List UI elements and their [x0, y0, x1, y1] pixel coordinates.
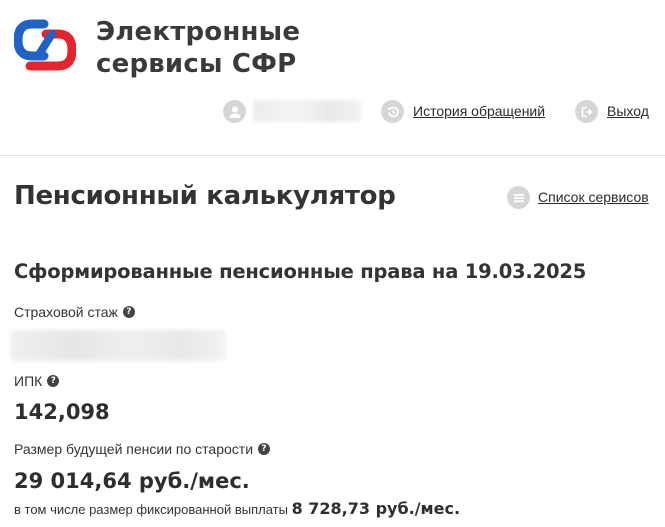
user-icon	[223, 100, 246, 123]
help-icon[interactable]: ?	[47, 375, 60, 387]
rights-heading: Сформированные пенсионные права на 19.03…	[14, 260, 587, 283]
page-title: Пенсионный калькулятор	[14, 181, 396, 211]
insurance-label: Страховой стаж	[14, 304, 118, 320]
insurance-value-redacted	[10, 330, 226, 361]
pension-value: 29 014,64 руб./мес.	[14, 469, 250, 493]
logout-icon[interactable]	[575, 100, 598, 123]
help-icon[interactable]: ?	[258, 443, 271, 455]
help-icon[interactable]: ?	[122, 306, 135, 318]
menu-list-icon[interactable]	[507, 186, 530, 209]
fixed-payment-note: в том числе размер фиксированной выплаты…	[14, 499, 460, 518]
brand-title-line2: сервисы СФР	[96, 49, 297, 79]
header-divider	[0, 155, 665, 156]
insurance-label-row: Страховой стаж ?	[14, 304, 135, 320]
pension-label-row: Размер будущей пенсии по старости ?	[14, 441, 271, 457]
ipk-label-row: ИПК ?	[14, 373, 60, 389]
user-bar: История обращений Выход	[0, 99, 665, 125]
ipk-label: ИПК	[14, 373, 43, 389]
history-icon[interactable]	[381, 100, 404, 123]
sfr-logo	[14, 19, 76, 71]
logout-link[interactable]: Выход	[607, 103, 649, 119]
brand-title-line1: Электронные	[96, 17, 301, 47]
fixed-payment-value: 8 728,73 руб./мес.	[291, 499, 461, 518]
brand-title[interactable]: Электронные сервисы СФР	[96, 16, 300, 80]
ipk-value: 142,098	[14, 400, 110, 424]
user-name-redacted	[253, 100, 361, 122]
fixed-payment-label: в том числе размер фиксированной выплаты	[14, 502, 288, 517]
pension-label: Размер будущей пенсии по старости	[14, 441, 254, 457]
history-link[interactable]: История обращений	[413, 103, 545, 119]
services-list-link[interactable]: Список сервисов	[538, 189, 649, 205]
